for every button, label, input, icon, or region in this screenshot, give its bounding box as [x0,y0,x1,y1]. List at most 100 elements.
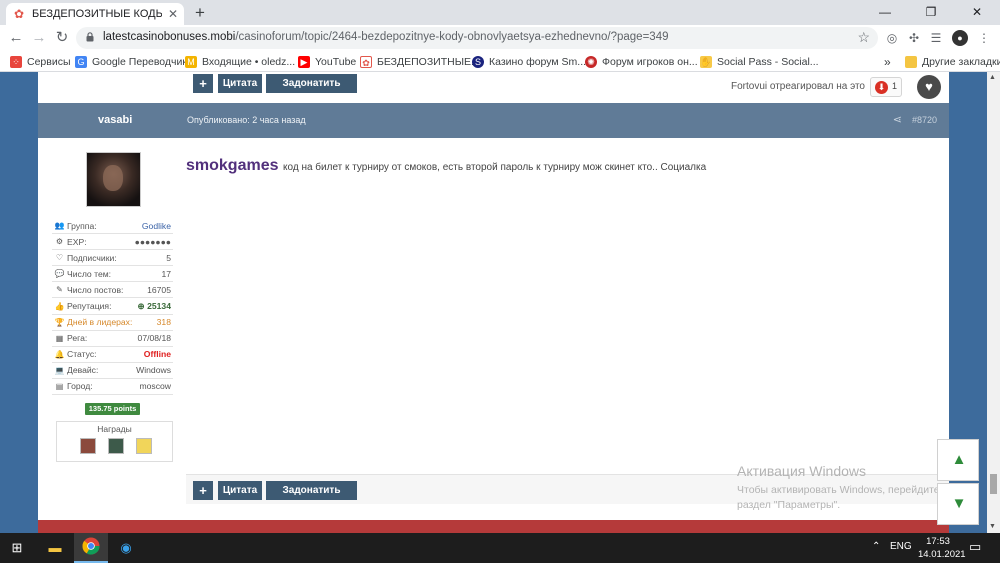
maximize-button[interactable]: ❐ [908,0,954,25]
donate-points-button[interactable]: Задонатить Points [266,74,357,108]
reaction-count: 1 [892,81,898,91]
clock-time: 17:53 [926,536,950,547]
reload-icon[interactable]: ↻ [53,29,71,47]
bookmark-star-icon[interactable]: ☆ [857,29,870,46]
sm-forum-icon: S [472,55,484,68]
award-badge-icon[interactable] [136,438,152,454]
new-tab-button[interactable]: + [190,3,210,23]
other-bookmarks[interactable]: Другие закладки [905,53,1000,70]
pagination-bar[interactable] [38,520,949,533]
heart-react-icon[interactable]: ♥ [917,75,941,99]
reading-list-icon[interactable]: ☰ [928,30,944,46]
post-header: vasabi Опубликовано: 2 часа назад ⋖ #872… [38,103,949,138]
windows-taskbar: ⊞ ▬ ◉ ⌃ ENG 17:53 14.01.2021 ▭ [0,533,1000,563]
calendar-icon: ▦ [55,333,64,343]
browser-toolbar: ← → ↻ latestcasinobonuses.mobi/casinofor… [0,25,1000,51]
post-mention-link[interactable]: smokgames [186,157,279,175]
scroll-bottom-button[interactable]: ▼ [937,483,979,525]
windows-start-icon[interactable]: ⊞ [6,537,28,559]
system-clock[interactable]: 17:53 14.01.2021 [918,535,966,561]
trophy-icon: 🏆 [54,317,65,327]
browser-tab-active[interactable]: ✿ БЕЗДЕПОЗИТНЫЕ КОДЫ (Обно ✕ [6,3,184,25]
thumbs-up-icon: 👍 [54,301,65,311]
thumbs-down-icon: ⬇ [875,81,888,94]
gmail-icon: M [185,55,197,68]
exp-icon: ⚙ [55,237,64,247]
post-date: Опубликовано: 2 часа назад [187,115,306,125]
plus-button[interactable]: + [193,74,213,93]
bell-icon: 🔔 [54,349,65,359]
avatar-face [103,165,123,191]
post-author[interactable]: vasabi [98,114,132,126]
author-profile: 👥 Группа: Godlike ⚙ EXP: ●●●●●●● ♡ Подписчики… [52,218,173,396]
youtube-icon: ▶ [298,55,310,68]
url-text: latestcasinobonuses.mobi/casinoforum/top… [103,31,668,43]
bookmarks-overflow-button[interactable]: » [884,53,891,70]
casino-forum-icon: ✿ [360,55,372,68]
profile-row-group: 👥 Группа: Godlike [52,218,173,235]
bookmark-item[interactable]: G Google Переводчик [75,53,187,70]
folder-icon [905,55,917,68]
avatar[interactable] [86,152,141,207]
profile-row-leader-days: 🏆 Дней в лидерах: 318 [52,315,173,331]
bookmark-item[interactable]: S Казино форум Sm... [472,53,586,70]
group-icon: 👥 [54,221,65,231]
menu-kebab-icon[interactable]: ⋮ [976,30,992,46]
profile-row-device: 💻 Девайс: Windows [52,363,173,379]
close-window-button[interactable]: ✕ [954,0,1000,25]
notifications-icon[interactable]: ▭ [969,539,981,555]
url-host: latestcasinobonuses.mobi [103,31,236,43]
tray-chevron-icon[interactable]: ⌃ [872,541,880,552]
address-bar[interactable]: latestcasinobonuses.mobi/casinoforum/top… [76,27,878,49]
scroll-down-arrow-icon[interactable]: ▼ [989,523,996,530]
tab-close-icon[interactable]: ✕ [168,7,178,21]
bookmark-item[interactable]: M Входящие • oledz... [185,53,295,70]
edge-icon[interactable]: ◉ [115,537,137,559]
profile-row-registered: ▦ Рега: 07/08/18 [52,331,173,347]
bookmarks-bar: ⁘ Сервисы G Google Переводчик M Входящие • … [0,51,1000,72]
post-number[interactable]: #8720 [912,115,937,125]
share-icon[interactable]: ⋖ [893,113,902,126]
profile-row-followers: ♡ Подписчики: 5 [52,250,173,267]
award-badge-icon[interactable] [80,438,96,454]
quote-button[interactable]: Цитата [218,74,262,93]
scroll-top-button[interactable]: ▲ [937,439,979,481]
watermark-line1: Чтобы активировать Windows, перейдите в [737,484,949,496]
award-badge-icon[interactable] [108,438,124,454]
players-forum-icon: ✺ [585,55,597,68]
language-indicator[interactable]: ENG [890,541,912,552]
bookmark-item[interactable]: ⁘ Сервисы [10,53,71,70]
plus-button[interactable]: + [193,481,213,500]
casino-forum-icon: ✿ [13,7,25,21]
scrollbar-thumb[interactable] [990,474,997,494]
watermark-line2: раздел "Параметры". [737,499,841,511]
profile-row-exp: ⚙ EXP: ●●●●●●● [52,234,173,251]
reaction-text[interactable]: Fortovui отреагировал на это [731,81,865,92]
extension-icon[interactable]: ◎ [884,30,900,46]
profile-row-topics: 💬 Число тем: 17 [52,266,173,283]
bookmark-item[interactable]: ▶ YouTube [298,53,356,70]
post-body: код на билет к турниру от смоков, есть в… [283,162,707,173]
file-explorer-icon[interactable]: ▬ [44,537,66,559]
scroll-up-arrow-icon[interactable]: ▲ [989,74,996,81]
back-arrow-icon[interactable]: ← [7,29,25,47]
forward-arrow-icon[interactable]: → [30,29,48,47]
url-path: /casinoforum/topic/2464-bezdepozitnye-ko… [235,31,669,43]
profile-row-status: 🔔 Статус: Offline [52,347,173,363]
quote-button[interactable]: Цитата [218,481,262,500]
reaction-badge[interactable]: ⬇ 1 [870,77,902,97]
puzzle-icon[interactable]: ✣ [906,30,922,46]
minimize-button[interactable]: — [862,0,908,25]
bookmark-item[interactable]: ✺ Форум игроков он... [585,53,698,70]
social-pass-icon: ✋ [700,55,712,68]
awards-box: Награды [56,421,173,462]
browser-tabbar: ✿ БЕЗДЕПОЗИТНЫЕ КОДЫ (Обно ✕ + — ❐ ✕ [0,0,1000,25]
donate-points-button[interactable]: Задонатить Points [266,481,357,515]
page-scrollbar[interactable]: ▲ ▼ [987,72,1000,533]
bookmark-item[interactable]: ✋ Social Pass - Social... [700,53,819,70]
bookmark-item[interactable]: ✿ БЕЗДЕПОЗИТНЫЕ... [360,53,480,70]
chrome-icon[interactable] [80,537,102,559]
down-arrow-icon: ▼ [951,495,967,512]
profile-avatar-icon[interactable]: ● [952,30,968,46]
apps-grid-icon: ⁘ [10,55,22,68]
